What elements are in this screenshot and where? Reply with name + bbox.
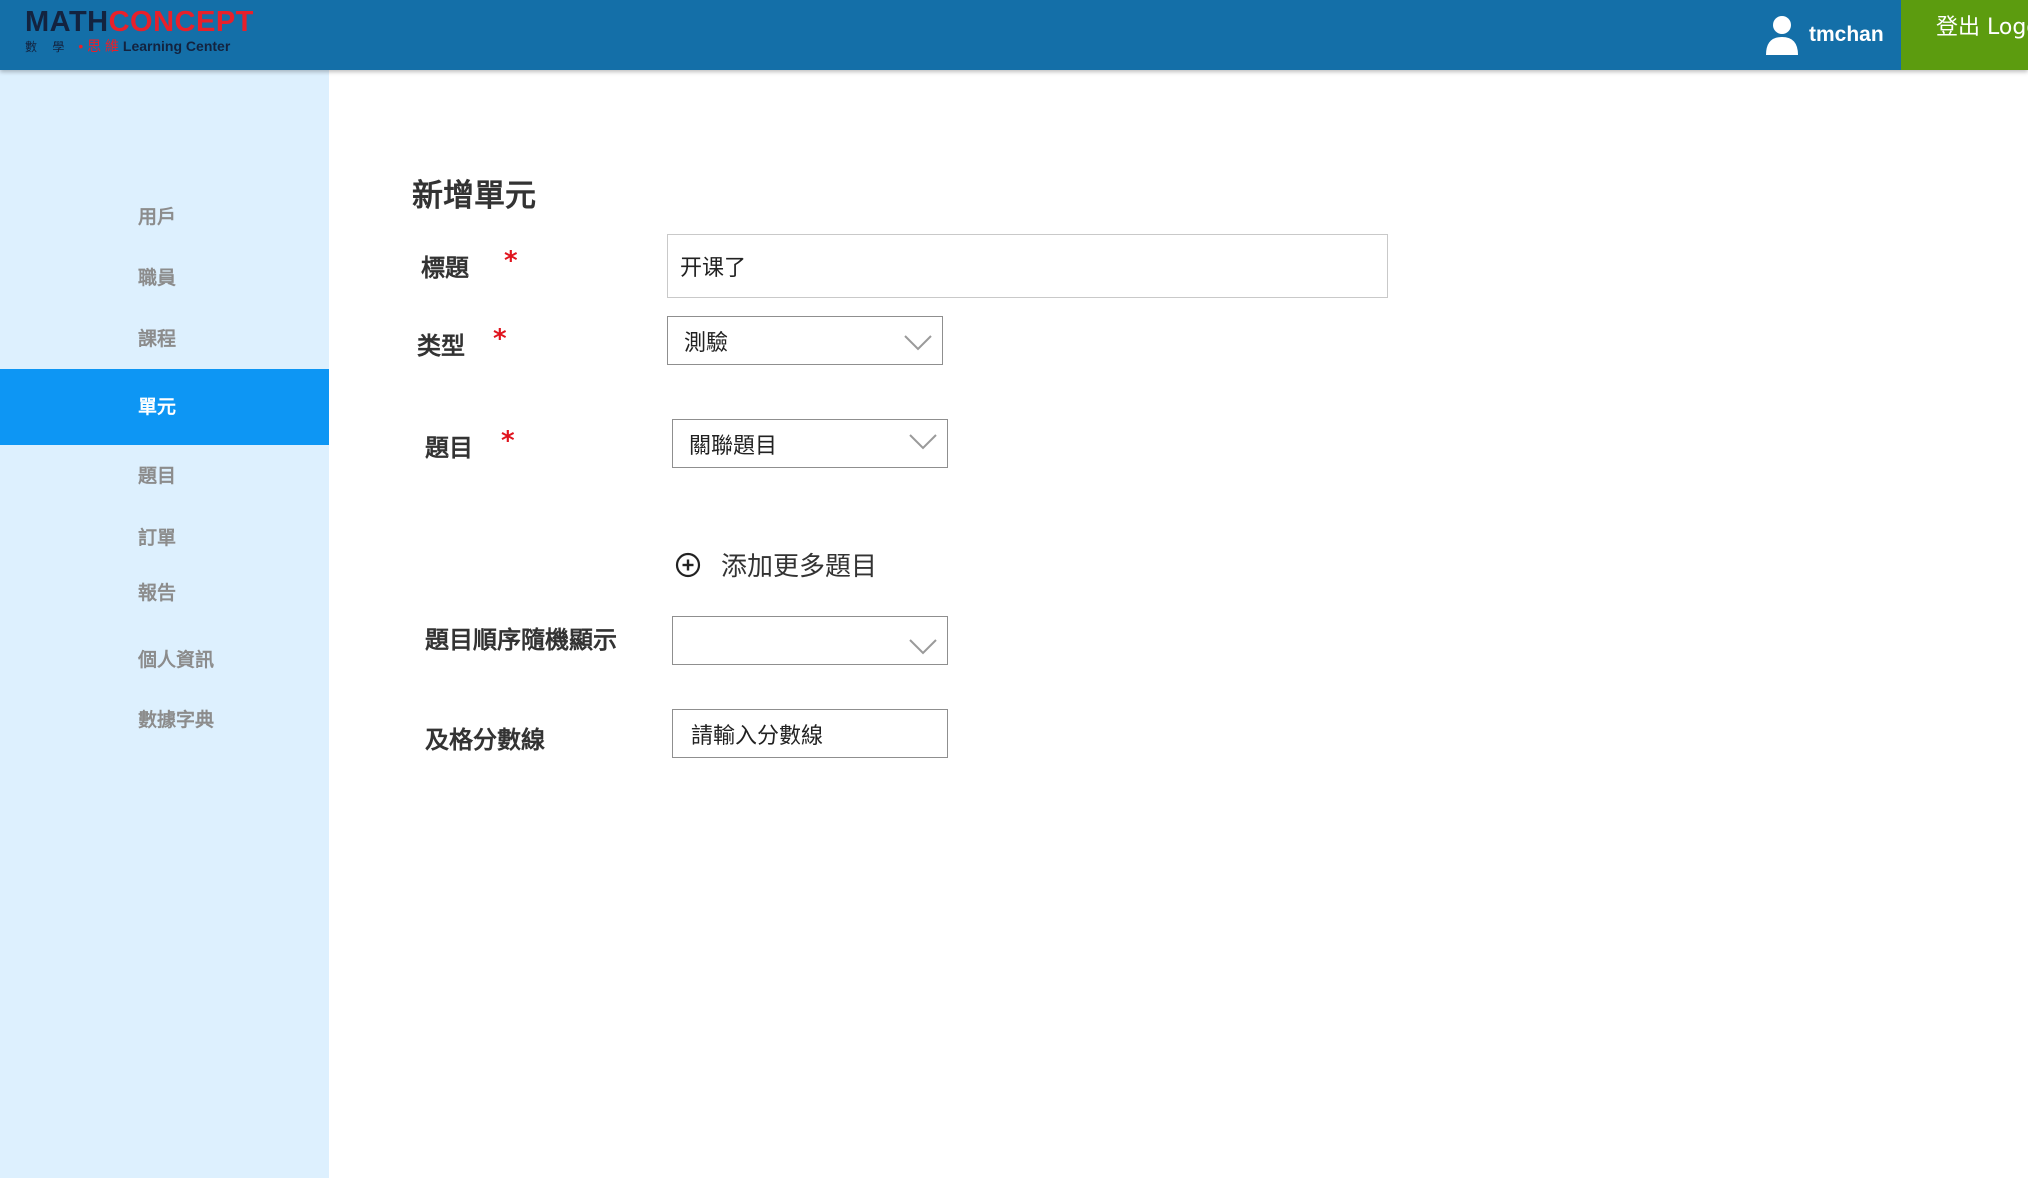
type-required-mark: *: [493, 324, 507, 354]
math-concept-logo[interactable]: MATHCONCEPT 數 學 • 思 維 Learning Center: [25, 6, 255, 56]
type-select-value: 測驗: [684, 330, 729, 356]
type-label: 类型: [417, 332, 465, 360]
title-input-value: 开课了: [680, 256, 747, 281]
main-content: 新增單元 標題 * 开课了 类型 * 測驗 題目 * 關聯題目 添加更多題目 題…: [329, 70, 2028, 1178]
sidebar-item-users[interactable]: 用戶: [0, 197, 329, 237]
user-menu[interactable]: tmchan: [1765, 0, 1884, 70]
logo-sub-chinese: 數 學: [25, 40, 71, 54]
title-required-mark: *: [504, 246, 518, 276]
logo-sub-english: Learning Center: [122, 38, 231, 54]
chevron-down-icon: [909, 434, 937, 450]
username: tmchan: [1809, 23, 1884, 46]
sidebar-item-units[interactable]: 單元: [0, 369, 329, 445]
logout-button[interactable]: 登出 Logout: [1901, 0, 2028, 70]
user-icon: [1766, 16, 1798, 55]
type-select[interactable]: 測驗: [667, 316, 943, 365]
logo-subtitle: 數 學 • 思 維 Learning Center: [25, 38, 230, 55]
sidebar-item-data-dictionary[interactable]: 數據字典: [0, 700, 329, 740]
sidebar-item-courses[interactable]: 課程: [0, 319, 329, 359]
logo-sub-chinese-red: • 思 維: [78, 38, 120, 54]
random-order-select[interactable]: [672, 616, 948, 665]
questions-required-mark: *: [501, 426, 515, 456]
add-more-questions-label: 添加更多題目: [721, 552, 878, 582]
logo-wordmark: MATHCONCEPT: [25, 6, 254, 38]
sidebar-nav: 用戶 職員 課程 單元 題目 訂單 報告 個人資訊 數據字典: [0, 70, 329, 1178]
title-input[interactable]: 开课了: [667, 234, 1388, 298]
sidebar-item-reports[interactable]: 報告: [0, 573, 329, 613]
logo-math-text: MATH: [25, 6, 109, 38]
sidebar-item-profile[interactable]: 個人資訊: [0, 640, 329, 680]
pass-score-input-placeholder: 請輸入分數線: [691, 723, 824, 749]
logo-concept-text: CONCEPT: [108, 6, 254, 38]
chevron-down-icon: [904, 335, 932, 351]
title-label: 標題: [421, 254, 469, 282]
sidebar-item-questions[interactable]: 題目: [0, 456, 329, 496]
pass-score-label: 及格分數線: [425, 726, 545, 754]
page-title: 新增單元: [412, 178, 536, 214]
sidebar-item-staff[interactable]: 職員: [0, 258, 329, 298]
add-more-questions-button[interactable]: 添加更多題目: [675, 546, 877, 583]
questions-label: 題目: [425, 434, 473, 462]
sidebar-item-orders[interactable]: 訂單: [0, 518, 329, 558]
random-order-label: 題目順序隨機顯示: [425, 626, 617, 654]
questions-select-placeholder: 關聯題目: [689, 433, 778, 459]
top-header: MATHCONCEPT 數 學 • 思 維 Learning Center tmc…: [0, 0, 2028, 70]
add-circle-icon: [675, 552, 701, 577]
questions-select[interactable]: 關聯題目: [672, 419, 948, 468]
pass-score-input[interactable]: 請輸入分數線: [672, 709, 948, 758]
chevron-down-icon: [909, 639, 937, 655]
